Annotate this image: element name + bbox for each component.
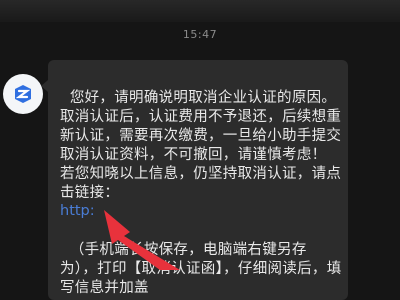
assistant-logo-icon [15, 85, 31, 103]
message-link[interactable]: http: [60, 203, 95, 219]
message-timestamp: 15:47 [182, 28, 218, 41]
message-body: 您好，请明确说明取消企业认证的原因。取消认证后，认证费用不予退还，后续想重新认证… [60, 90, 342, 201]
sender-avatar[interactable] [3, 74, 43, 114]
red-arrow-annotation [104, 210, 180, 270]
message-text: 您好，请明确说明取消企业认证的原因。取消认证后，认证费用不予退还，后续想重新认证… [60, 70, 342, 203]
top-status-band [0, 0, 400, 22]
